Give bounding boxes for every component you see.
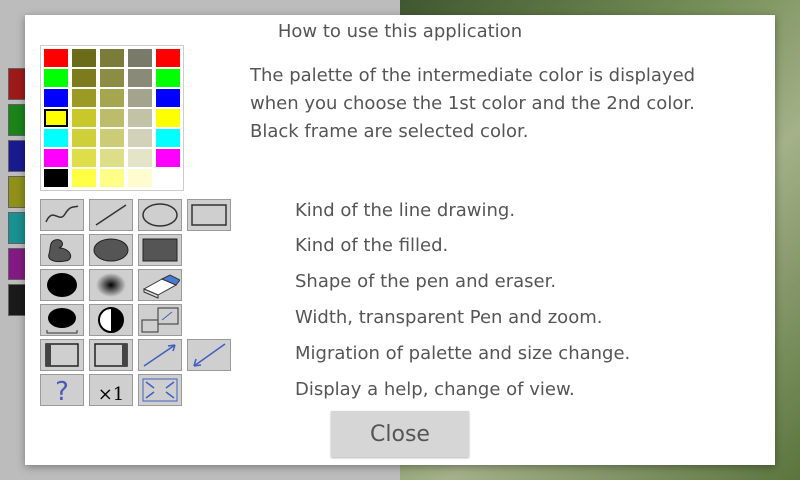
palette-swatch[interactable] — [128, 129, 152, 147]
help-line-filled: Kind of the filled. — [295, 235, 449, 256]
description-line: when you choose the 1st color and the 2n… — [250, 93, 695, 114]
view-scale-icon: ×1 — [89, 374, 133, 406]
palette-swatch[interactable] — [156, 149, 180, 167]
palette-swatch[interactable] — [100, 69, 124, 87]
svg-text:?: ? — [55, 377, 69, 404]
fullscreen-icon — [138, 374, 182, 406]
palette-swatch[interactable] — [100, 49, 124, 67]
filled-ellipse-icon — [89, 234, 133, 266]
palette-swatch[interactable] — [100, 149, 124, 167]
palette-swatch[interactable] — [100, 89, 124, 107]
pen-width-icon — [40, 304, 84, 336]
color-palette — [40, 45, 184, 191]
help-dialog: How to use this application The palette … — [25, 15, 775, 465]
palette-swatch[interactable] — [44, 169, 68, 187]
view-scale-label: ×1 — [98, 384, 125, 404]
size-up-icon — [138, 339, 182, 371]
close-button[interactable]: Close — [331, 411, 469, 457]
palette-swatch[interactable] — [128, 49, 152, 67]
palette-swatch[interactable] — [72, 89, 96, 107]
palette-swatch[interactable] — [156, 129, 180, 147]
palette-swatch[interactable] — [44, 109, 68, 127]
palette-swatch[interactable] — [72, 169, 96, 187]
palette-swatch[interactable] — [72, 109, 96, 127]
rectangle-outline-icon — [187, 199, 231, 231]
zoom-icon — [138, 304, 182, 336]
size-down-icon — [187, 339, 231, 371]
palette-swatch[interactable] — [44, 89, 68, 107]
palette-right-icon — [89, 339, 133, 371]
help-line-view: Display a help, change of view. — [295, 379, 575, 400]
transparent-pen-icon — [89, 304, 133, 336]
palette-swatch[interactable] — [100, 129, 124, 147]
palette-swatch[interactable] — [72, 149, 96, 167]
palette-swatch[interactable] — [44, 149, 68, 167]
palette-swatch[interactable] — [44, 69, 68, 87]
help-icon: ? — [40, 374, 84, 406]
palette-swatch[interactable] — [44, 129, 68, 147]
palette-swatch[interactable] — [128, 169, 152, 187]
round-pen-icon — [40, 269, 84, 301]
eraser-icon — [138, 269, 182, 301]
ellipse-outline-icon — [138, 199, 182, 231]
help-line-drawing: Kind of the line drawing. — [295, 200, 516, 221]
palette-left-icon — [40, 339, 84, 371]
palette-swatch[interactable] — [100, 109, 124, 127]
palette-swatch[interactable] — [72, 49, 96, 67]
palette-swatch[interactable] — [156, 89, 180, 107]
palette-swatch[interactable] — [128, 149, 152, 167]
filled-freeform-icon — [40, 234, 84, 266]
palette-swatch[interactable] — [156, 49, 180, 67]
palette-swatch[interactable] — [100, 169, 124, 187]
palette-swatch[interactable] — [128, 89, 152, 107]
description-line: Black frame are selected color. — [250, 121, 529, 142]
freehand-line-icon — [40, 199, 84, 231]
palette-swatch[interactable] — [72, 69, 96, 87]
filled-rectangle-icon — [138, 234, 182, 266]
palette-swatch[interactable] — [44, 49, 68, 67]
help-line-pen-shape: Shape of the pen and eraser. — [295, 271, 557, 292]
help-line-width: Width, transparent Pen and zoom. — [295, 307, 603, 328]
airbrush-pen-icon — [89, 269, 133, 301]
help-line-palette: Migration of palette and size change. — [295, 343, 631, 364]
palette-swatch[interactable] — [128, 109, 152, 127]
palette-swatch[interactable] — [156, 69, 180, 87]
palette-swatch[interactable] — [128, 69, 152, 87]
palette-swatch[interactable] — [156, 109, 180, 127]
straight-line-icon — [89, 199, 133, 231]
description-line: The palette of the intermediate color is… — [250, 65, 696, 86]
palette-description: The palette of the intermediate color is… — [250, 62, 750, 146]
dialog-title: How to use this application — [277, 21, 523, 42]
palette-swatch[interactable] — [72, 129, 96, 147]
